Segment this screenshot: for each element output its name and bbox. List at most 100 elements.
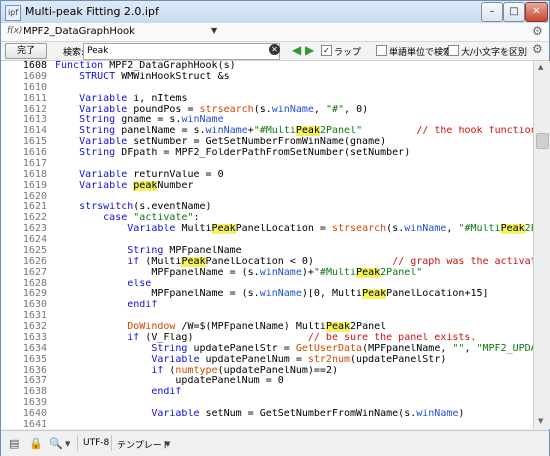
code-line[interactable]: MPFpanelName = (s.winName)[0, MultiPeakP… xyxy=(55,289,533,300)
search-match: Peak xyxy=(362,289,387,300)
code-token: , xyxy=(446,224,459,235)
code-token: MPF2_DataGraphHook xyxy=(109,61,218,71)
whole-word-checkbox[interactable] xyxy=(376,45,387,56)
code-line[interactable]: Variable peakNumber xyxy=(55,180,533,192)
code-line[interactable]: Variable MultiPeakPanelLocation = strsea… xyxy=(55,224,533,235)
code-line[interactable] xyxy=(55,159,533,170)
code-line[interactable]: String panelName = s.winName+"#MultiPeak… xyxy=(55,126,533,137)
code-token: ) xyxy=(458,409,465,419)
code-line[interactable]: String MPFpanelName xyxy=(55,246,533,257)
code-token: if xyxy=(55,332,146,343)
code-line[interactable] xyxy=(55,398,533,409)
code-token: if xyxy=(55,256,146,267)
minimize-button[interactable]: – xyxy=(481,2,503,22)
code-line[interactable]: Variable i, nItems xyxy=(55,94,533,105)
find-next-icon[interactable]: ▶ xyxy=(305,43,314,57)
code-line[interactable]: String gname = s.winName xyxy=(55,115,533,126)
code-line[interactable]: else xyxy=(55,279,533,290)
maximize-button[interactable]: □ xyxy=(503,2,525,22)
code-line[interactable]: updatePanelNum = 0 xyxy=(55,376,533,387)
search-match: Peak xyxy=(295,126,320,137)
code-line[interactable]: DoWindow /W=$(MPFpanelName) MultiPeak2Pa… xyxy=(55,322,533,333)
code-line[interactable] xyxy=(55,311,533,322)
code-token: numtype xyxy=(175,365,218,376)
code-line[interactable]: strswitch(s.eventName) xyxy=(55,202,533,213)
search-match: peak xyxy=(133,180,158,191)
code-line[interactable]: endif xyxy=(55,387,533,398)
procedure-selector[interactable]: f(x) MPF2_DataGraphHook ▼ ⚙ xyxy=(1,23,549,42)
gear-icon[interactable]: ⚙ xyxy=(532,42,543,56)
procedure-name[interactable]: MPF2_DataGraphHook xyxy=(23,26,135,37)
separator xyxy=(77,435,78,451)
code-area[interactable]: Function MPF2_DataGraphHook(s) STRUCT WM… xyxy=(55,61,533,429)
code-token: "#Multi xyxy=(253,126,296,137)
code-token: : xyxy=(193,213,200,224)
code-token: "#Multi xyxy=(458,224,501,235)
code-line[interactable] xyxy=(55,192,533,203)
close-button[interactable]: ✕ xyxy=(525,2,548,22)
code-line[interactable] xyxy=(55,420,533,429)
chevron-down-icon[interactable]: ▼ xyxy=(65,440,70,448)
scrollbar-thumb[interactable] xyxy=(536,133,549,149)
scroll-up-icon[interactable]: ▲ xyxy=(538,63,543,71)
code-line[interactable]: Variable returnValue = 0 xyxy=(55,170,533,181)
line-number: 1635 xyxy=(22,353,47,365)
chevron-down-icon[interactable]: ▼ xyxy=(165,440,170,448)
function-icon: f(x) xyxy=(7,26,23,36)
code-line[interactable]: Function MPF2_DataGraphHook(s) xyxy=(55,61,533,72)
code-line[interactable]: STRUCT WMWinHookStruct &s xyxy=(55,72,533,83)
code-token: (updatePanelNum)==2) xyxy=(217,365,338,376)
code-token: // the hook function is xyxy=(416,126,533,137)
code-line[interactable]: String updatePanelStr = GetUserData(MPFp… xyxy=(55,344,533,355)
code-token: DoWindow xyxy=(55,322,176,332)
magnifier-icon[interactable]: 🔍 xyxy=(49,437,63,450)
code-token: "activate" xyxy=(133,213,194,224)
code-line[interactable]: Variable updatePanelNum = str2num(update… xyxy=(55,355,533,366)
document-icon[interactable]: ▤ xyxy=(9,437,19,450)
code-line[interactable]: if (V_Flag) // be sure the panel exists. xyxy=(55,333,533,344)
lock-icon[interactable]: 🔒 xyxy=(29,437,43,450)
code-token: panelName = s. xyxy=(121,126,206,137)
code-token: )[0, Multi xyxy=(301,289,363,300)
code-line[interactable]: if (numtype(updatePanelNum)==2) xyxy=(55,366,533,377)
whole-word-label: 単語単位で検索 xyxy=(389,48,453,58)
code-line[interactable]: Variable setNum = GetSetNumberFromWinNam… xyxy=(55,409,533,420)
code-line[interactable]: Variable poundPos = strsearch(s.winName,… xyxy=(55,105,533,116)
code-line[interactable] xyxy=(55,83,533,94)
code-token: (updatePanelStr) xyxy=(350,354,447,365)
code-token: "" xyxy=(452,343,465,354)
code-token: // be sure the panel exists. xyxy=(307,332,477,343)
code-token: (MPFpanelName, xyxy=(362,343,453,354)
code-line[interactable] xyxy=(55,235,533,246)
code-token: 2Panel" xyxy=(380,267,423,278)
done-button[interactable]: 完了 xyxy=(5,43,47,59)
encoding-label[interactable]: UTF-8 xyxy=(83,438,109,448)
code-line[interactable]: MPFpanelName = (s.winName)+"#MultiPeak2P… xyxy=(55,267,533,279)
find-previous-icon[interactable]: ◀ xyxy=(292,43,301,57)
code-editor[interactable]: 1608 1609 1610 1611 1612 1613 1614 1615 1616 1617… xyxy=(1,61,533,429)
title-bar[interactable]: ipf Multi-peak Fitting 2.0.ipf – □ ✕ xyxy=(1,1,549,23)
match-case-checkbox[interactable] xyxy=(448,45,459,56)
code-line[interactable]: Variable setNumber = GetSetNumberFromWin… xyxy=(55,137,533,148)
wrap-checkbox[interactable]: ✓ xyxy=(321,45,332,56)
code-line[interactable]: String DFpath = MPF2_FolderPathFromSetNu… xyxy=(55,148,533,159)
search-input[interactable] xyxy=(83,43,280,60)
scroll-down-icon[interactable]: ▼ xyxy=(538,417,543,425)
gear-icon[interactable]: ⚙ xyxy=(532,24,543,38)
code-line[interactable]: case "activate": xyxy=(55,213,533,224)
code-token: (Multi xyxy=(145,256,182,267)
line-number-gutter: 1608 1609 1610 1611 1612 1613 1614 1615 1616 1617… xyxy=(1,61,47,429)
code-line[interactable]: endif xyxy=(55,300,533,311)
status-bar: ▤ 🔒 🔍 ▼ UTF-8 テンプレート ▼ xyxy=(1,430,549,456)
vertical-scrollbar[interactable]: ▲ ▼ xyxy=(533,61,550,429)
code-token: MPFpanelName = (s. xyxy=(55,289,260,300)
chevron-down-icon[interactable]: ▼ xyxy=(211,26,217,35)
code-line[interactable]: if (MultiPeakPanelLocation < 0) // graph… xyxy=(55,256,533,268)
line-number: 1611 xyxy=(22,92,47,104)
line-number: 1627 xyxy=(22,266,47,278)
code-token: winName xyxy=(205,126,248,137)
search-label: 検索: xyxy=(63,48,85,58)
clear-search-icon[interactable]: ✕ xyxy=(269,44,280,55)
template-menu[interactable]: テンプレート xyxy=(117,438,171,451)
